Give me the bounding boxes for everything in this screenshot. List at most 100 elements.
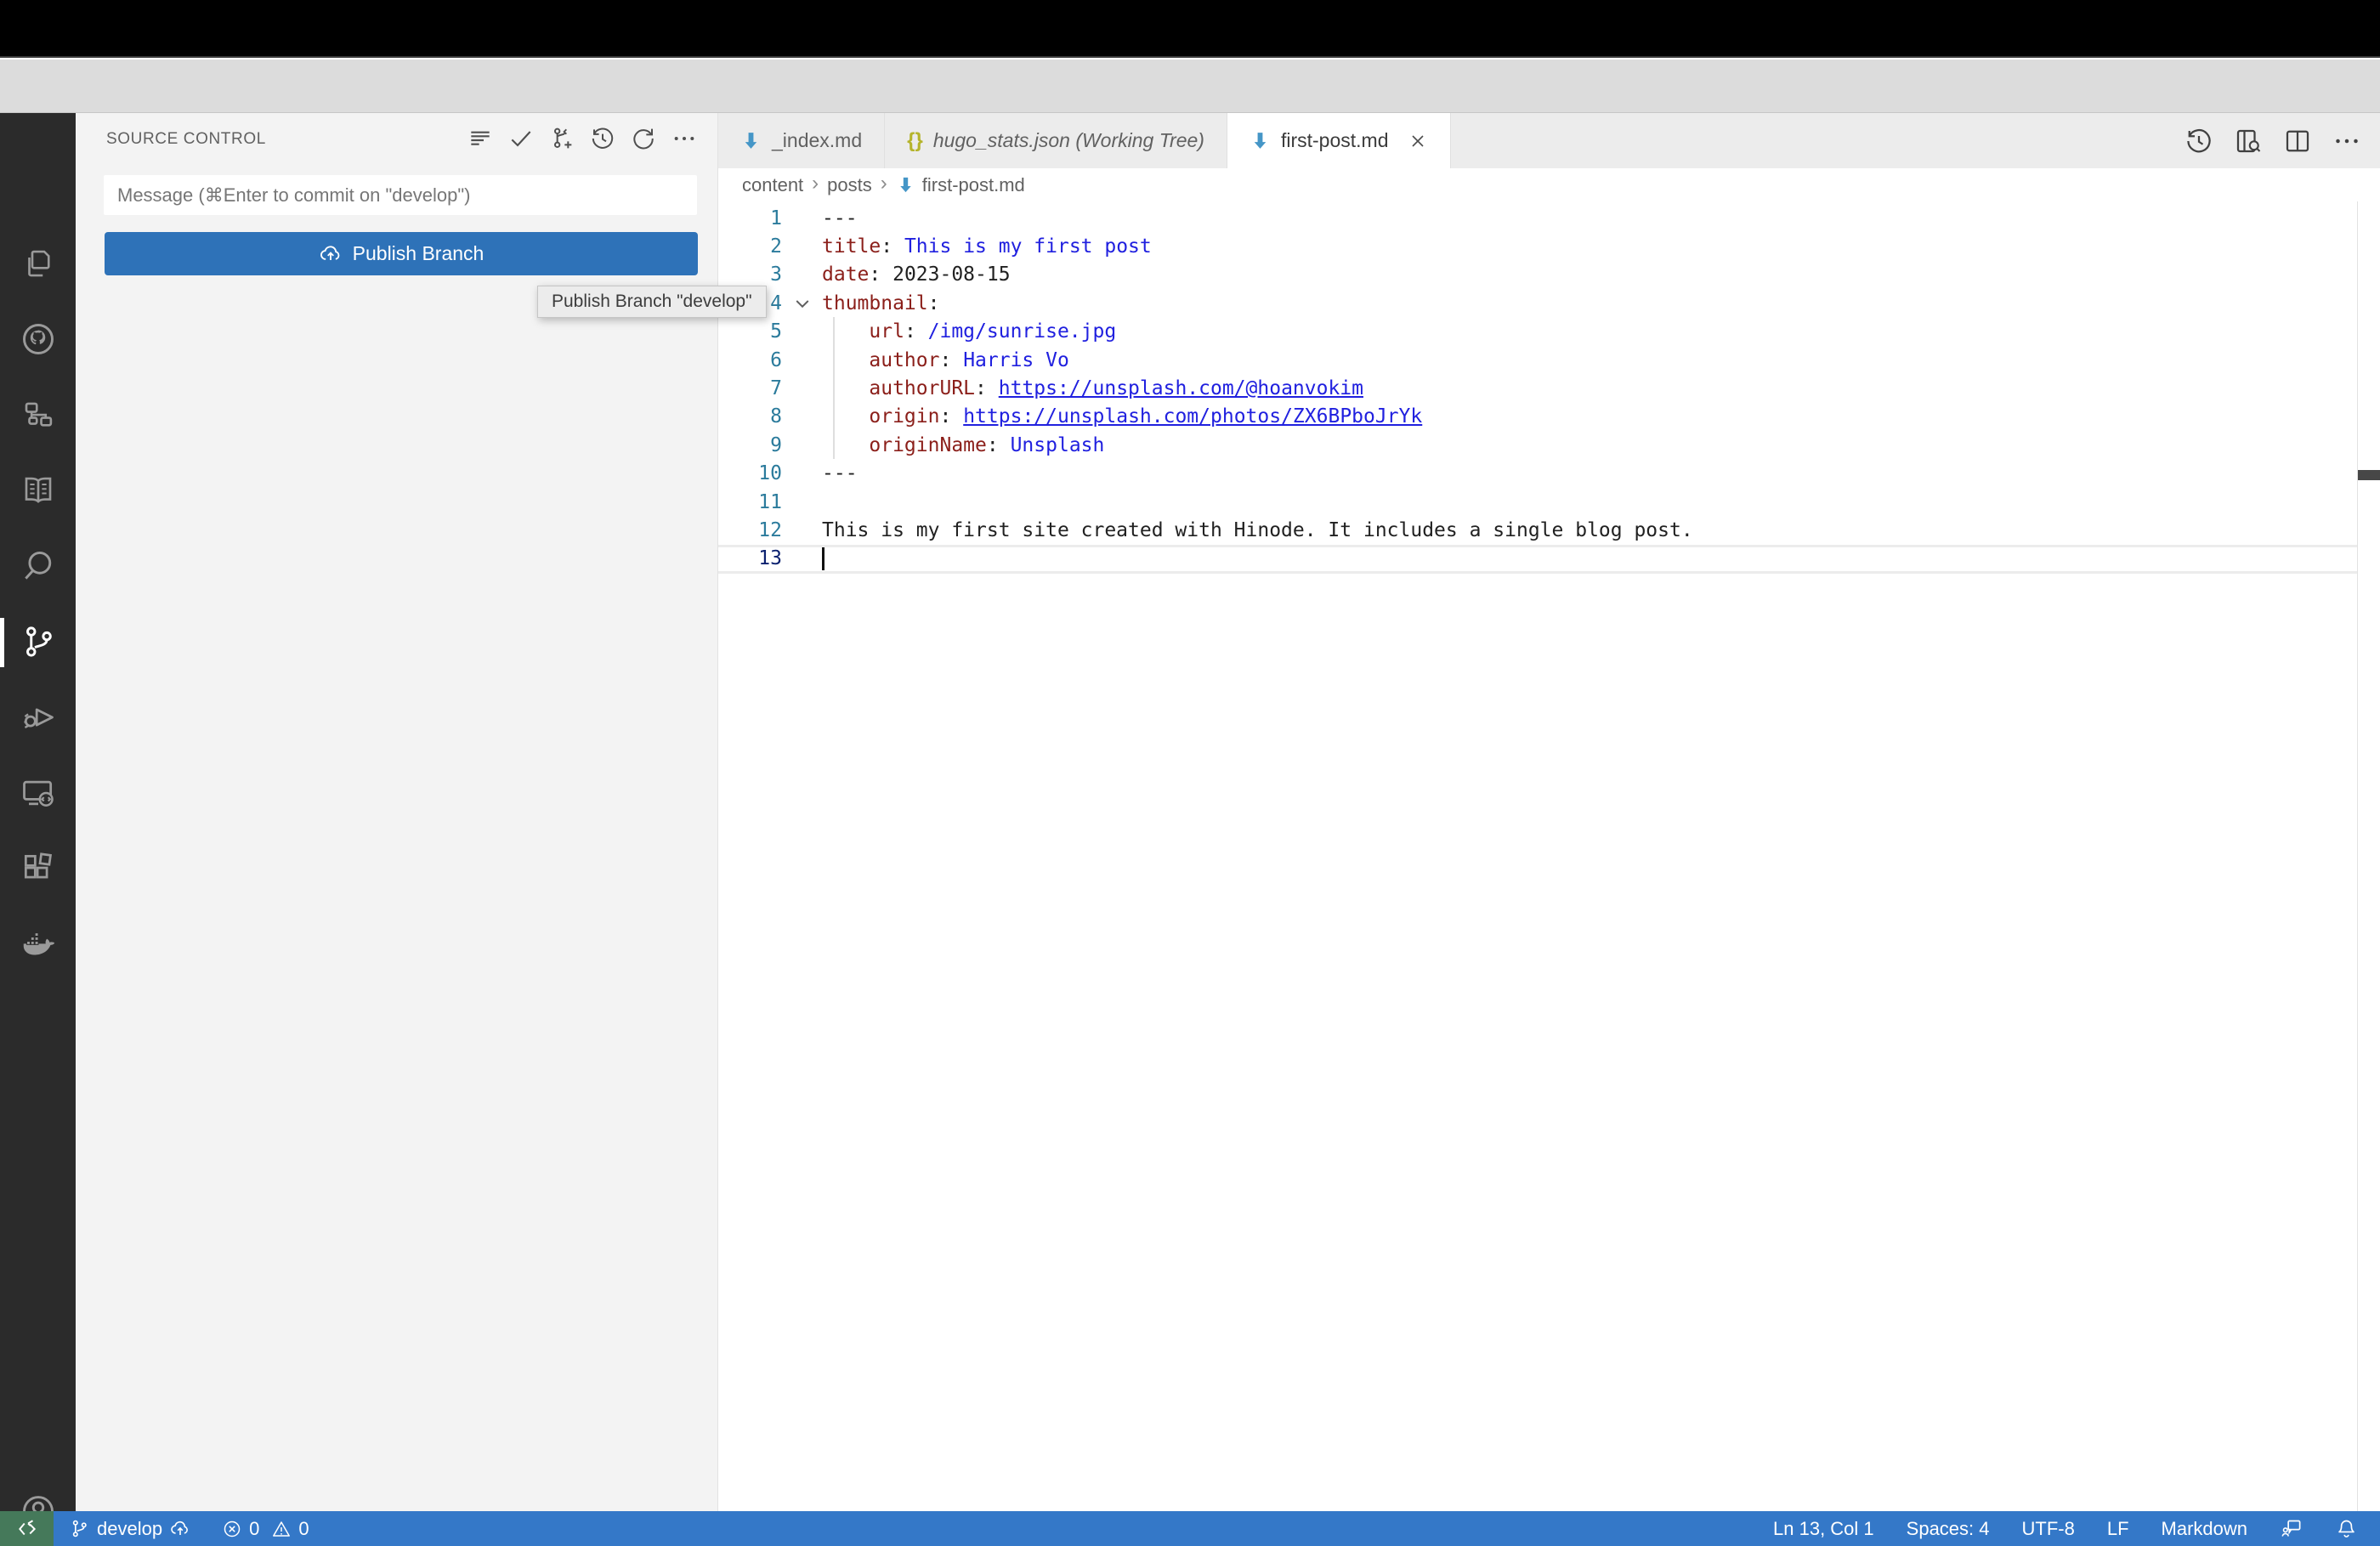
activity-item-docs[interactable] xyxy=(19,471,58,510)
publish-branch-button[interactable]: Publish Branch xyxy=(105,232,698,275)
search-icon xyxy=(25,551,52,580)
text-cursor xyxy=(822,547,824,570)
breadcrumb-item-posts[interactable]: posts xyxy=(827,174,872,196)
code-text: --- xyxy=(822,462,858,485)
code-line[interactable]: 3 date: 2023-08-15 xyxy=(718,261,2380,289)
code-line[interactable]: 11 xyxy=(718,488,2380,516)
markdown-file-icon xyxy=(745,133,757,149)
feedback-button[interactable] xyxy=(2280,1517,2303,1540)
github-icon xyxy=(23,324,54,354)
chevron-down-icon xyxy=(796,300,808,308)
breadcrumb-item-file[interactable]: first-post.md xyxy=(896,174,1025,196)
activity-item-source-control[interactable] xyxy=(19,622,58,661)
tab-close-button[interactable] xyxy=(1408,131,1428,151)
ellipsis-icon xyxy=(674,136,694,140)
breadcrumb-item-content[interactable]: content xyxy=(742,174,803,196)
split-editor-button[interactable] xyxy=(2281,125,2314,157)
line-number: 6 xyxy=(770,348,782,371)
code-line[interactable]: 7 authorURL: https://unsplash.com/@hoanv… xyxy=(718,374,2380,402)
line-number: 7 xyxy=(770,377,782,400)
code-text: author: Harris Vo xyxy=(869,348,1069,371)
tab-index-md[interactable]: _index.md xyxy=(718,113,886,168)
publish-branch-label: Publish Branch xyxy=(352,242,484,264)
extensions-icon xyxy=(24,852,53,879)
code-line[interactable]: 13 xyxy=(718,545,2380,573)
code-line[interactable]: 5 url: /img/sunrise.jpg xyxy=(718,318,2380,346)
activity-item-docker[interactable] xyxy=(19,925,58,964)
view-as-list-button[interactable] xyxy=(465,123,495,153)
open-book-icon xyxy=(25,477,52,503)
close-icon xyxy=(1411,134,1424,147)
view-history-button[interactable] xyxy=(587,123,617,153)
code-line[interactable]: 12 This is my first site created with Hin… xyxy=(718,516,2380,544)
line-number: 8 xyxy=(770,405,782,428)
code-line[interactable]: 2 title: This is my first post xyxy=(718,232,2380,260)
activity-item-run-debug[interactable] xyxy=(19,698,58,737)
code-line[interactable]: 10 --- xyxy=(718,460,2380,488)
source-control-sidebar: SOURCE CONTROL Publish Branch xyxy=(76,113,718,1511)
line-number: 13 xyxy=(758,547,782,570)
overview-ruler-border xyxy=(2356,201,2358,1511)
code-line[interactable]: 8 origin: https://unsplash.com/photos/ZX… xyxy=(718,403,2380,431)
cursor-position-item[interactable]: Ln 13, Col 1 xyxy=(1773,1518,1874,1540)
eol-item[interactable]: LF xyxy=(2107,1518,2129,1540)
feedback-icon xyxy=(2281,1520,2301,1537)
run-debug-icon xyxy=(24,708,54,728)
cloud-upload-icon xyxy=(320,245,339,260)
activity-item-hierarchy[interactable] xyxy=(19,395,58,434)
activity-item-remote-explorer[interactable] xyxy=(19,773,58,813)
hierarchy-icon xyxy=(25,402,53,427)
more-actions-button[interactable] xyxy=(2331,125,2363,157)
docker-icon xyxy=(23,932,55,955)
notifications-button[interactable] xyxy=(2335,1517,2358,1540)
commit-message-input[interactable] xyxy=(103,174,698,216)
activity-item-github[interactable] xyxy=(19,320,58,359)
status-right: Ln 13, Col 1 Spaces: 4 UTF-8 LF Markdown xyxy=(1773,1511,2380,1546)
activity-item-search[interactable] xyxy=(19,546,58,586)
editor-group: _index.md {} hugo_stats.json (Working Tr… xyxy=(718,113,2380,1511)
create-branch-button[interactable] xyxy=(547,123,576,153)
warnings-icon xyxy=(273,1521,291,1537)
activity-item-extensions[interactable] xyxy=(19,849,58,888)
status-bar: develop 0 0 Ln 13, Col 1 Spaces: 4 UTF-8… xyxy=(0,1511,2380,1546)
check-icon xyxy=(511,130,530,147)
refresh-button[interactable] xyxy=(628,123,658,153)
line-number: 11 xyxy=(758,490,782,513)
code-line[interactable]: 1 --- xyxy=(718,204,2380,232)
errors-count: 0 xyxy=(249,1517,260,1539)
overview-ruler-cursor-marker xyxy=(2358,470,2380,480)
chevron-right-icon: › xyxy=(812,171,819,195)
fold-chevron[interactable] xyxy=(782,293,822,314)
code-line[interactable]: 4 thumbnail: xyxy=(718,289,2380,317)
commit-button[interactable] xyxy=(506,123,536,153)
errors-icon xyxy=(224,1521,241,1537)
code-line[interactable]: 9 originName: Unsplash xyxy=(718,431,2380,459)
remote-explorer-icon xyxy=(23,780,54,807)
bell-icon xyxy=(2338,1520,2354,1538)
markdown-file-icon xyxy=(900,177,911,193)
tab-label: hugo_stats.json (Working Tree) xyxy=(932,129,1204,151)
remote-indicator[interactable] xyxy=(0,1511,54,1546)
sidebar-title: SOURCE CONTROL xyxy=(106,130,266,148)
chevron-right-icon: › xyxy=(880,171,887,195)
source-control-actions xyxy=(465,123,699,153)
refresh-icon xyxy=(632,128,654,149)
open-preview-button[interactable] xyxy=(2232,125,2264,157)
encoding-item[interactable]: UTF-8 xyxy=(2022,1518,2075,1540)
tab-hugo-stats-json[interactable]: {} hugo_stats.json (Working Tree) xyxy=(885,113,1227,168)
tab-label: first-post.md xyxy=(1280,129,1389,151)
problems-status-item[interactable]: 0 0 xyxy=(222,1518,309,1540)
activity-item-explorer[interactable] xyxy=(19,244,58,283)
timeline-history-button[interactable] xyxy=(2183,125,2215,157)
line-number: 3 xyxy=(770,263,782,286)
code-text: originName: Unsplash xyxy=(869,433,1105,456)
git-branch-icon xyxy=(72,1520,87,1538)
indentation-item[interactable]: Spaces: 4 xyxy=(1907,1518,1990,1540)
code-line[interactable]: 6 author: Harris Vo xyxy=(718,346,2380,374)
branch-status-item[interactable]: develop xyxy=(69,1518,191,1540)
code-area[interactable]: 1 --- 2 title: This is my first post 3 date: … xyxy=(718,201,2380,1511)
language-mode-item[interactable]: Markdown xyxy=(2162,1518,2247,1540)
more-actions-button[interactable] xyxy=(669,123,699,153)
tab-first-post-md[interactable]: first-post.md xyxy=(1227,113,1451,168)
status-left: develop 0 0 xyxy=(54,1511,309,1546)
